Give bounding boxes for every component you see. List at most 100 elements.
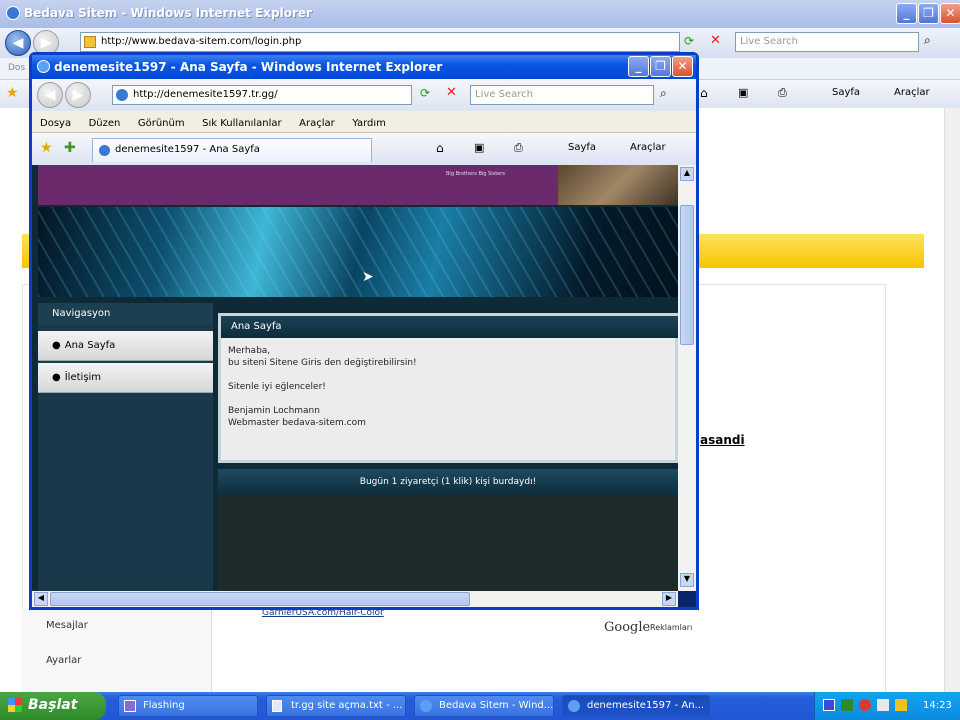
nav-item-iletisim[interactable]: ● İletişim	[38, 363, 213, 393]
nav-item-ana-sayfa[interactable]: ● Ana Sayfa	[38, 331, 213, 361]
task-label: denemesite1597 - An...	[587, 700, 705, 711]
scroll-up-icon[interactable]: ▲	[680, 167, 694, 181]
page-icon	[84, 36, 96, 48]
scroll-down-icon[interactable]: ▼	[680, 573, 694, 587]
maximize-button[interactable]: ❐	[650, 56, 671, 77]
address-bar[interactable]: http://www.bedava-sitem.com/login.php	[80, 32, 680, 52]
back-window-scrollbar[interactable]	[944, 108, 960, 692]
home-icon[interactable]: ⌂	[700, 86, 708, 100]
start-label: Başlat	[28, 697, 78, 713]
page-menu-button[interactable]: Sayfa	[568, 142, 596, 153]
system-tray: 14:23	[814, 692, 960, 720]
browser-tab[interactable]: denemesite1597 - Ana Sayfa	[92, 138, 372, 162]
main-heading: Ana Sayfa	[221, 316, 678, 338]
home-icon[interactable]: ⌂	[436, 141, 444, 155]
text-line: Benjamin Lochmann	[228, 406, 320, 416]
stop-icon[interactable]: ✕	[710, 33, 721, 48]
tools-menu-button[interactable]: Araçlar	[894, 87, 930, 98]
front-window-title: denemesite1597 - Ana Sayfa - Windows Int…	[54, 60, 443, 74]
tray-icon[interactable]	[823, 699, 835, 711]
address-text: http://denemesite1597.tr.gg/	[133, 89, 278, 100]
mouse-cursor-icon: ➤	[362, 269, 374, 285]
bullet-icon: ●	[52, 372, 61, 383]
menu-item-araclar[interactable]: Araçlar	[299, 118, 335, 129]
text-line: Sitenle iyi eğlenceler!	[228, 382, 326, 392]
menu-item-favorites[interactable]: Sık Kullanılanlar	[202, 118, 282, 129]
search-icon[interactable]: ⌕	[660, 86, 667, 101]
search-input[interactable]: Live Search	[735, 32, 919, 52]
search-icon[interactable]: ⌕	[924, 33, 931, 48]
feeds-icon[interactable]: ▣	[474, 141, 484, 154]
maximize-button[interactable]: ❐	[918, 3, 939, 24]
tray-icon[interactable]	[895, 699, 907, 711]
feeds-icon[interactable]: ▣	[738, 86, 748, 99]
menu-item-gorunum[interactable]: Görünüm	[138, 118, 185, 129]
nav-item-label: Ana Sayfa	[64, 340, 116, 351]
favorites-star-icon[interactable]: ★	[6, 85, 19, 101]
tray-icon[interactable]	[841, 699, 853, 711]
text-line	[228, 393, 668, 405]
text-line	[228, 369, 668, 381]
page-menu-button[interactable]: Sayfa	[832, 87, 860, 98]
windows-logo-icon	[8, 698, 22, 712]
add-favorites-icon[interactable]: ✚	[64, 140, 76, 156]
clock: 14:23	[923, 700, 952, 711]
search-input[interactable]: Live Search	[470, 85, 654, 105]
task-bedava-sitem[interactable]: Bedava Sitem - Wind...	[414, 695, 554, 717]
google-ads-label: Reklamları	[650, 623, 693, 632]
page-banner-strip: Big Brothers Big Sisters	[38, 165, 558, 205]
refresh-icon[interactable]: ⟳	[684, 34, 694, 48]
sidebar-item-mesajlar[interactable]: Mesajlar	[46, 620, 88, 631]
task-denemesite[interactable]: denemesite1597 - An...	[562, 695, 710, 717]
back-button[interactable]: ◀	[5, 30, 31, 56]
tab-title: denemesite1597 - Ana Sayfa	[115, 144, 260, 155]
close-button[interactable]: ✕	[672, 56, 693, 77]
vertical-scrollbar[interactable]: ▲ ▼	[678, 165, 696, 591]
nav-item-label: İletişim	[64, 372, 102, 383]
text-line: bu siteni Sitene Giris den değiştirebili…	[228, 358, 417, 368]
task-flashing[interactable]: Flashing	[118, 695, 258, 717]
menu-item-dosya[interactable]: Dosya	[40, 118, 71, 129]
minimize-button[interactable]: _	[628, 56, 649, 77]
front-window-menubar: Dosya Düzen Görünüm Sık Kullanılanlar Ar…	[32, 111, 696, 133]
refresh-icon[interactable]: ⟳	[420, 86, 430, 100]
print-icon[interactable]: ⎙	[778, 86, 787, 100]
nav-heading: Navigasyon	[38, 303, 213, 325]
menu-item-yardim[interactable]: Yardım	[352, 118, 386, 129]
tray-icon[interactable]	[877, 699, 889, 711]
content-link[interactable]: asandi	[700, 433, 745, 447]
scroll-right-icon[interactable]: ▶	[662, 592, 676, 606]
hscroll-thumb[interactable]	[50, 592, 470, 606]
tab-ie-icon	[99, 145, 110, 156]
front-ie-window: denemesite1597 - Ana Sayfa - Windows Int…	[29, 52, 699, 610]
forward-button[interactable]: ▶	[65, 82, 91, 108]
stop-icon[interactable]: ✕	[446, 85, 457, 100]
page-bottom-area	[218, 495, 678, 591]
close-button[interactable]: ✕	[940, 3, 960, 24]
scroll-left-icon[interactable]: ◀	[34, 592, 48, 606]
task-label: Flashing	[143, 700, 185, 711]
back-button[interactable]: ◀	[37, 82, 63, 108]
horizontal-scrollbar[interactable]: ◀ ▶	[32, 591, 678, 607]
banner-photo	[558, 165, 678, 205]
menu-item-duzen[interactable]: Düzen	[89, 118, 121, 129]
tray-icon[interactable]	[859, 699, 871, 711]
scroll-thumb[interactable]	[680, 205, 694, 345]
minimize-button[interactable]: _	[896, 3, 917, 24]
task-notepad[interactable]: tr.gg site açma.txt - ...	[266, 695, 406, 717]
menu-item-dosya[interactable]: Dos	[8, 63, 25, 73]
back-window-titlebar[interactable]: Bedava Sitem - Windows Internet Explorer…	[0, 0, 960, 28]
tools-menu-button[interactable]: Araçlar	[630, 142, 666, 153]
print-icon[interactable]: ⎙	[514, 141, 523, 155]
ie-icon	[420, 700, 432, 712]
hero-texture	[38, 207, 678, 297]
front-window-titlebar[interactable]: denemesite1597 - Ana Sayfa - Windows Int…	[32, 55, 696, 79]
ie-icon	[568, 700, 580, 712]
address-text: http://www.bedava-sitem.com/login.php	[101, 36, 302, 47]
sidebar-item-ayarlar[interactable]: Ayarlar	[46, 655, 81, 666]
app-icon	[124, 700, 136, 712]
start-button[interactable]: Başlat	[0, 692, 106, 720]
address-bar[interactable]: http://denemesite1597.tr.gg/	[112, 85, 412, 105]
main-text: Merhaba, bu siteni Sitene Giris den deği…	[228, 345, 668, 429]
favorites-star-icon[interactable]: ★	[40, 140, 53, 156]
